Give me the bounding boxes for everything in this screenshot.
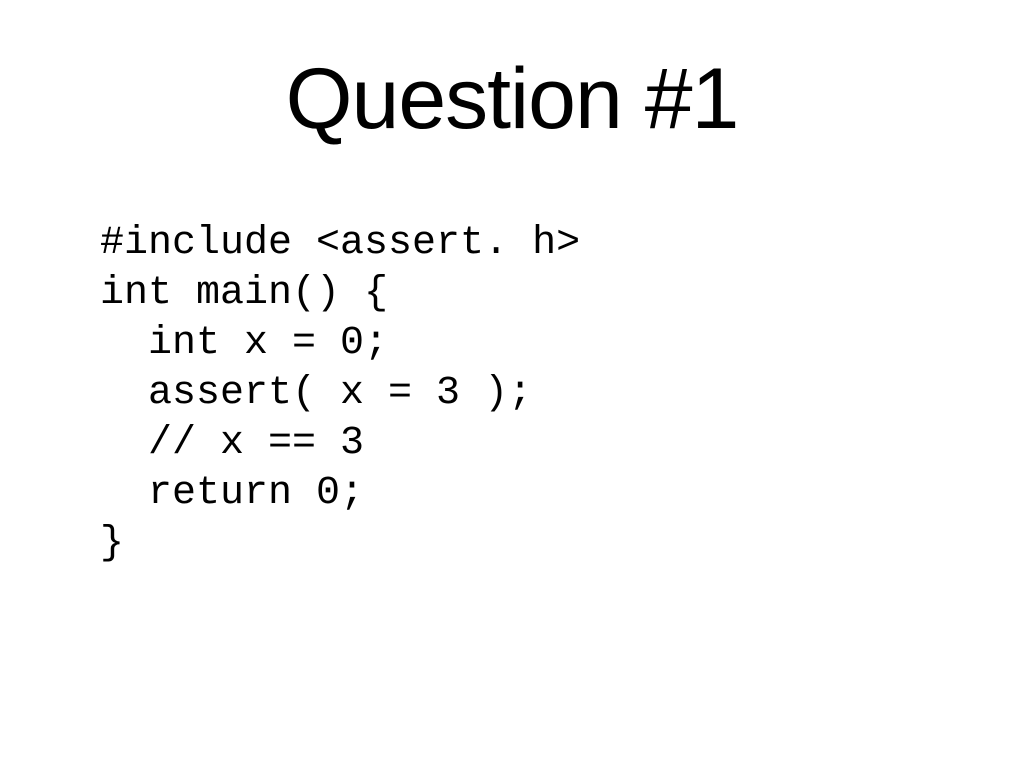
code-block: #include <assert. h> int main() { int x … bbox=[100, 219, 944, 569]
slide-container: Question #1 #include <assert. h> int mai… bbox=[0, 0, 1024, 768]
slide-title: Question #1 bbox=[80, 50, 944, 149]
